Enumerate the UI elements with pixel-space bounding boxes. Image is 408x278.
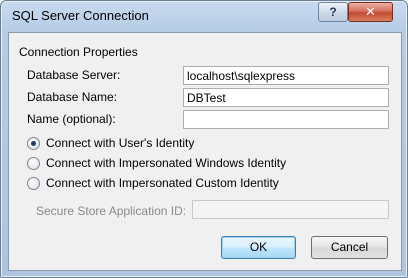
radio-label[interactable]: Connect with User's Identity <box>46 136 194 150</box>
secure-store-app-id-input <box>192 200 389 219</box>
database-name-label: Database Name: <box>27 90 118 104</box>
dialog-title: SQL Server Connection <box>12 8 149 23</box>
help-button[interactable]: ? <box>318 2 348 22</box>
radio-button[interactable] <box>27 177 40 190</box>
dialog-body: Connection Properties Database Server: D… <box>8 32 402 271</box>
database-server-label: Database Server: <box>27 68 121 82</box>
close-button[interactable]: ✕ <box>348 2 393 22</box>
ok-button[interactable]: OK <box>221 236 296 259</box>
name-optional-label: Name (optional): <box>27 112 116 126</box>
cancel-button[interactable]: Cancel <box>311 236 388 259</box>
secure-store-app-id-label: Secure Store Application ID: <box>36 204 187 218</box>
radio-button-checked[interactable] <box>27 137 40 150</box>
title-bar[interactable]: SQL Server Connection ? ✕ <box>1 1 407 32</box>
database-name-input[interactable] <box>183 88 389 107</box>
connection-properties-heading: Connection Properties <box>19 45 138 59</box>
database-server-input[interactable] <box>183 66 389 85</box>
sql-server-connection-dialog: SQL Server Connection ? ✕ Connection Pro… <box>0 0 408 278</box>
name-optional-input[interactable] <box>183 110 389 129</box>
radio-label[interactable]: Connect with Impersonated Windows Identi… <box>46 156 286 170</box>
radio-label[interactable]: Connect with Impersonated Custom Identit… <box>46 176 279 190</box>
radio-button[interactable] <box>27 157 40 170</box>
